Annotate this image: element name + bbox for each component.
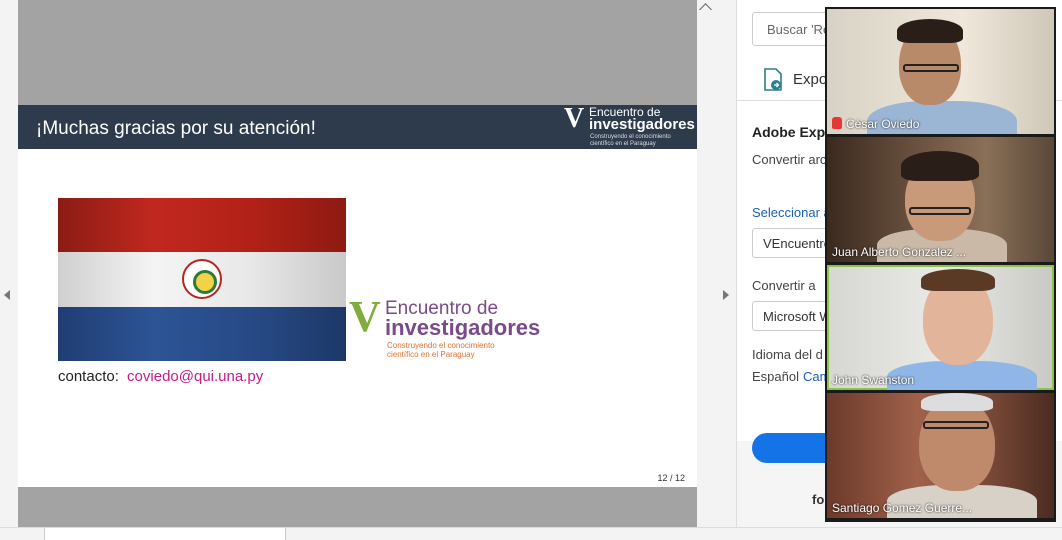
panel-toggle-strip bbox=[715, 0, 737, 527]
screen: ¡Muchas gracias por su atención! V Encue… bbox=[0, 0, 1062, 540]
language-value: Español bbox=[752, 369, 799, 384]
slide-page: ¡Muchas gracias por su atención! V Encue… bbox=[18, 105, 697, 487]
pdf-viewer[interactable]: ¡Muchas gracias por su atención! V Encue… bbox=[0, 0, 715, 527]
event-logo-tagline: Construyendo el conocimiento científico … bbox=[387, 341, 495, 359]
contact-label: contacto: bbox=[58, 368, 119, 385]
video-tile[interactable]: César Oviedo bbox=[827, 9, 1054, 134]
collapse-left-arrow-icon[interactable] bbox=[4, 290, 10, 300]
event-logo-line2: investigadores bbox=[385, 315, 541, 340]
language-label: Idioma del d bbox=[752, 347, 823, 362]
export-pdf-icon bbox=[764, 68, 782, 91]
convert-description: Convertir arc bbox=[752, 152, 827, 167]
header-logo-line2: investigadores bbox=[589, 116, 695, 133]
header-logo: V Encuentro de investigadores Construyen… bbox=[563, 105, 697, 149]
video-tile-active-speaker[interactable]: John Swanston bbox=[827, 265, 1054, 390]
contact-line: contacto: coviedo@qui.una.py bbox=[58, 368, 263, 385]
export-pdf-button[interactable]: Expo bbox=[763, 68, 827, 92]
export-label: Expo bbox=[793, 70, 828, 88]
mic-muted-icon bbox=[832, 117, 842, 129]
video-tile[interactable]: Santiago Gomez Guerre... bbox=[827, 393, 1054, 518]
participant-name: John Swanston bbox=[832, 373, 915, 387]
footer-text: fo bbox=[812, 492, 825, 507]
header-logo-letter: V bbox=[564, 105, 585, 134]
slide-header: ¡Muchas gracias por su atención! V Encue… bbox=[18, 105, 697, 149]
scroll-up-icon[interactable] bbox=[699, 3, 712, 16]
left-gutter bbox=[0, 0, 18, 527]
flag-seal-icon bbox=[182, 259, 222, 299]
contact-email-link[interactable]: coviedo@qui.una.py bbox=[127, 368, 263, 385]
participant-name: Juan Alberto Gonzalez ... bbox=[832, 245, 967, 259]
video-tile[interactable]: Juan Alberto Gonzalez ... bbox=[827, 137, 1054, 262]
participant-name: Santiago Gomez Guerre... bbox=[832, 501, 973, 515]
event-logo-letter: V bbox=[349, 292, 381, 341]
page-number: 12 / 12 bbox=[657, 473, 685, 483]
event-logo: V Encuentro de investigadores Construyen… bbox=[349, 292, 549, 365]
video-gallery: César Oviedo Juan Alberto Gonzalez ... J… bbox=[825, 7, 1056, 522]
participant-name: César Oviedo bbox=[832, 117, 919, 131]
adobe-export-title: Adobe Exp bbox=[752, 124, 826, 140]
select-file-link[interactable]: Seleccionar a bbox=[752, 205, 831, 220]
participant-face bbox=[919, 397, 995, 491]
bottom-bar bbox=[0, 527, 1062, 540]
convert-to-label: Convertir a bbox=[752, 278, 816, 293]
vertical-scrollbar[interactable] bbox=[697, 0, 715, 527]
paraguay-flag-image bbox=[58, 198, 346, 361]
slide-title: ¡Muchas gracias por su atención! bbox=[36, 118, 316, 139]
expand-right-arrow-icon[interactable] bbox=[723, 290, 729, 300]
header-logo-tagline: Construyendo el conocimiento científico … bbox=[590, 134, 671, 147]
bottom-tab[interactable] bbox=[44, 528, 286, 540]
